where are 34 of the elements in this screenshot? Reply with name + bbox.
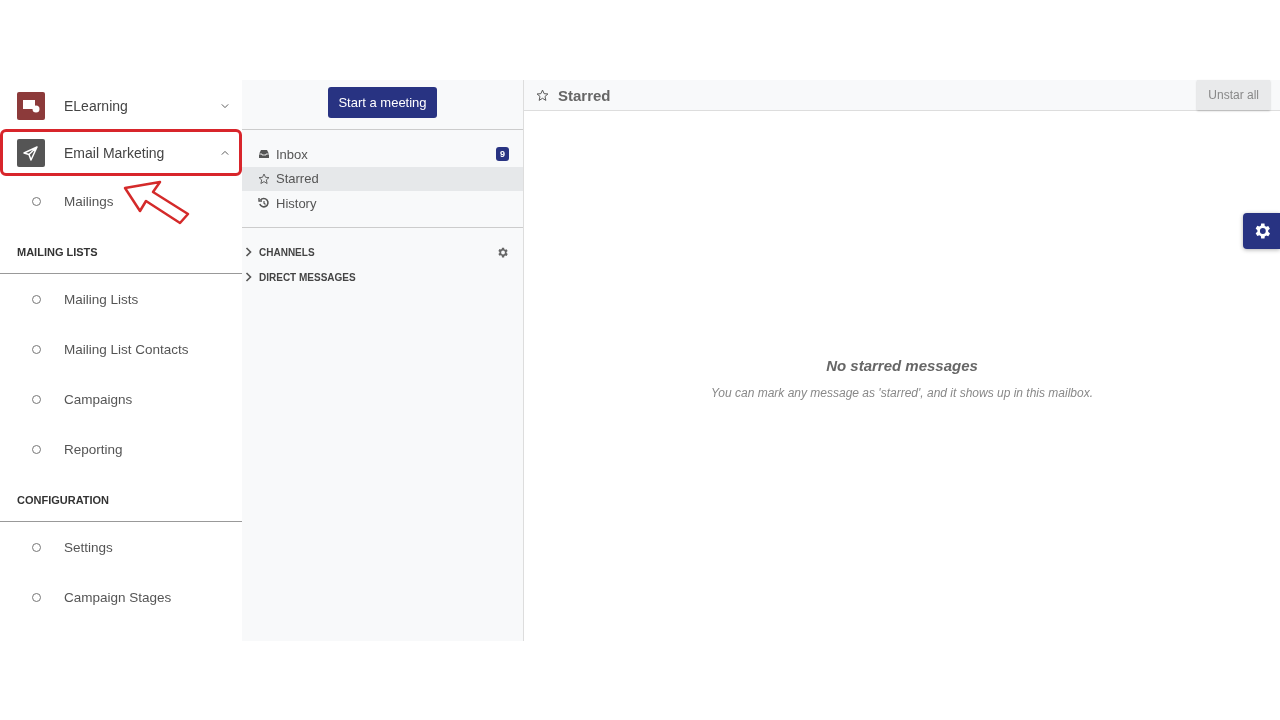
settings-button[interactable] <box>1243 213 1280 249</box>
section-heading: MAILING LISTS <box>17 245 98 258</box>
inbox-icon <box>258 148 270 161</box>
settings-icon[interactable] <box>496 245 509 259</box>
menu-item[interactable]: Settings <box>0 522 232 572</box>
paper-plane-icon <box>17 138 45 167</box>
mailbox-item[interactable]: History <box>242 191 523 216</box>
chevron-right-icon <box>245 247 252 257</box>
pointer-arrow-drawing <box>122 180 192 226</box>
history-icon <box>258 197 270 210</box>
app-icon <box>17 91 45 120</box>
page-title: Starred <box>558 86 612 104</box>
empty-title: No starred messages <box>826 357 978 374</box>
mailbox-item[interactable]: Starred <box>242 166 523 191</box>
menu-item[interactable]: Mailing Lists <box>0 274 232 324</box>
app-label: Email Marketing <box>64 144 166 161</box>
menu-item[interactable]: Mailings <box>0 176 232 226</box>
section-heading: CONFIGURATION <box>17 493 110 506</box>
star-icon <box>536 88 549 102</box>
count-badge: 9 <box>496 147 509 162</box>
star-icon <box>258 172 270 185</box>
menu-item[interactable]: Mailing List Contacts <box>0 324 232 374</box>
mailbox-item[interactable]: Inbox 9 <box>242 142 523 167</box>
menu-item[interactable]: Campaign Stages <box>0 572 232 622</box>
chevron-right-icon <box>245 272 252 282</box>
group-toggle[interactable]: CHANNELS <box>245 246 315 258</box>
empty-text: You can mark any message as 'starred', and it shows up in this mailbox. <box>710 386 1094 400</box>
app-menu-item[interactable]: Email Marketing <box>3 138 239 167</box>
app-label: ELearning <box>64 97 129 114</box>
start-meeting-button[interactable]: Start a meeting <box>328 87 437 118</box>
menu-item[interactable]: Reporting <box>0 424 232 474</box>
group-toggle[interactable]: DIRECT MESSAGES <box>245 271 356 283</box>
app-menu-item[interactable]: ELearning <box>3 91 239 120</box>
menu-item[interactable]: Campaigns <box>0 374 232 424</box>
